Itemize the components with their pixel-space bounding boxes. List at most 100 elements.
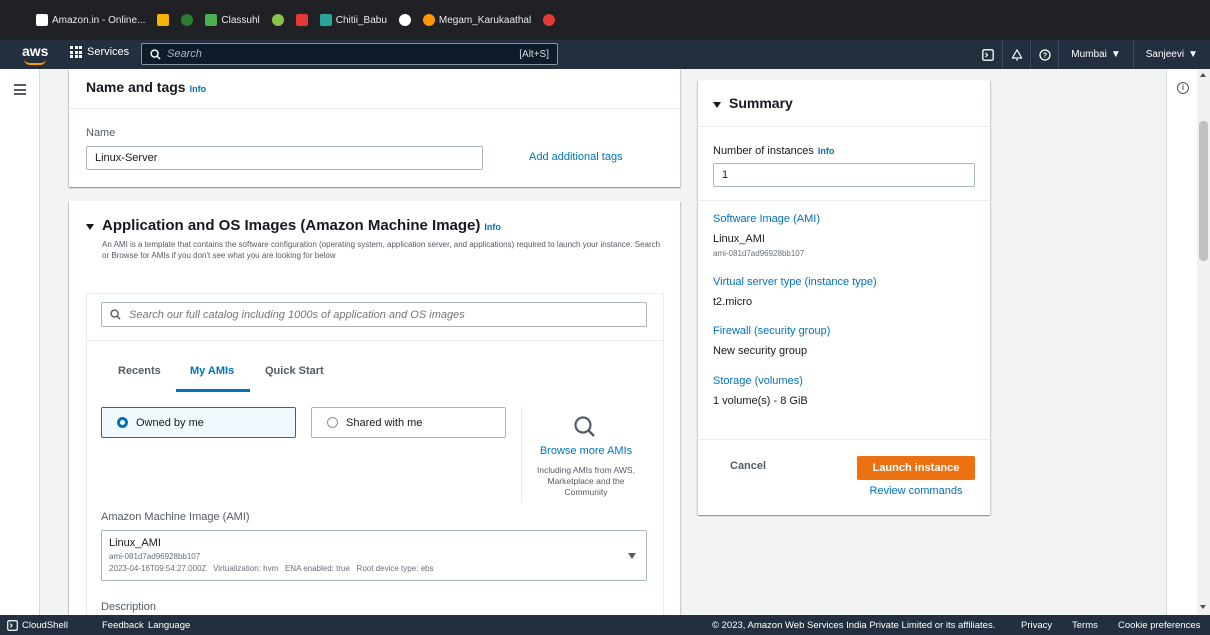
account-menu[interactable]: Sanjeevi ▼ <box>1132 40 1210 69</box>
bookmark-2[interactable] <box>157 14 170 26</box>
bookmark-icon <box>543 14 556 26</box>
radio-icon <box>327 417 338 428</box>
help-icon: ? <box>1039 48 1051 61</box>
review-commands-link[interactable]: Review commands <box>857 485 975 497</box>
footer: CloudShell Feedback Language © 2023, Ama… <box>0 615 1210 635</box>
bookmark-icon <box>422 14 435 26</box>
software-image-link[interactable]: Software Image (AMI) <box>713 213 820 225</box>
tab-quick-start[interactable]: Quick Start <box>265 365 324 377</box>
cookie-preferences-link[interactable]: Cookie preferences <box>1118 620 1200 631</box>
privacy-link[interactable]: Privacy <box>1021 620 1052 631</box>
tab-recents[interactable]: Recents <box>118 365 161 377</box>
ami-select[interactable]: Linux_AMI ami-081d7ad96928bb107 2023-04-… <box>101 530 647 581</box>
scrollbar[interactable] <box>1197 69 1210 615</box>
bookmark-icon <box>271 14 284 26</box>
caret-down-icon <box>713 101 721 108</box>
info-link[interactable]: Info <box>484 222 501 232</box>
instances-label: Number of instances Info <box>713 145 835 157</box>
grid-icon <box>70 46 82 58</box>
instances-input[interactable] <box>713 163 975 187</box>
scroll-up-icon[interactable] <box>1200 73 1206 77</box>
name-and-tags-panel: Name and tagsInfo Name Add additional ta… <box>69 69 680 187</box>
bookmark-6[interactable] <box>295 14 308 26</box>
menu-icon[interactable] <box>14 84 26 98</box>
browse-more-amis-link[interactable]: Browse more AMIs <box>533 445 639 457</box>
bookmark-10[interactable] <box>543 14 556 26</box>
divider <box>698 200 990 201</box>
bookmark-icon <box>319 14 332 26</box>
server-type-link[interactable]: Virtual server type (instance type) <box>713 276 877 288</box>
software-image-name: Linux_AMI <box>713 233 765 245</box>
classroom-icon <box>205 14 218 26</box>
bookmark-3[interactable] <box>181 14 194 26</box>
launch-instance-button[interactable]: Launch instance <box>857 456 975 480</box>
global-search[interactable]: [Alt+S] <box>141 43 558 65</box>
info-icon[interactable]: i <box>1177 82 1189 94</box>
cloudshell-link[interactable]: CloudShell <box>7 620 68 631</box>
ami-description: An AMI is a template that contains the s… <box>102 240 661 260</box>
name-tags-heading: Name and tags Info <box>86 79 207 95</box>
tab-my-amis[interactable]: My AMIs <box>190 365 234 377</box>
bookmark-megam[interactable]: Megam_Karukaathal <box>422 14 531 26</box>
bookmark-github[interactable] <box>398 14 411 26</box>
feedback-link[interactable]: Feedback <box>102 620 144 631</box>
info-link[interactable]: Info <box>818 146 835 156</box>
left-rail <box>0 69 40 615</box>
ami-select-name: Linux_AMI <box>109 537 161 549</box>
bell-icon <box>1011 48 1023 60</box>
bookmark-chitii[interactable]: Chitii_Babu <box>319 14 387 26</box>
svg-text:?: ? <box>1043 52 1047 59</box>
help-button[interactable]: ? <box>1030 40 1058 69</box>
amazon-icon <box>36 14 48 26</box>
bookmark-classuhl[interactable]: Classuhl <box>205 14 260 26</box>
ami-search-input[interactable] <box>129 308 638 321</box>
name-label: Name <box>86 127 116 139</box>
search-icon <box>150 48 161 60</box>
caret-down-icon: ▼ <box>1188 49 1198 60</box>
name-input[interactable] <box>86 146 483 170</box>
firewall-link[interactable]: Firewall (security group) <box>713 325 830 337</box>
add-additional-tags-link[interactable]: Add additional tags <box>529 151 623 163</box>
language-link[interactable]: Language <box>148 620 190 631</box>
shared-with-me-option[interactable]: Shared with me <box>311 407 506 438</box>
divider <box>87 340 663 341</box>
global-search-input[interactable] <box>167 48 520 60</box>
aws-top-nav: aws Services [Alt+S] ? Mumbai▼ Sanjeevi▼ <box>0 40 1210 69</box>
caret-down-icon <box>628 553 636 559</box>
caret-down-icon: ▼ <box>1110 49 1121 60</box>
divider <box>698 439 990 440</box>
bookmark-icon <box>157 14 170 26</box>
services-menu-button[interactable]: Services <box>70 46 129 58</box>
search-shortcut: [Alt+S] <box>519 48 549 60</box>
bookmark-amazon[interactable]: Amazon.in - Online... <box>36 14 145 26</box>
radio-selected-icon <box>117 417 128 428</box>
bookmark-icon <box>181 14 194 26</box>
aws-logo[interactable]: aws <box>22 44 52 66</box>
ami-select-id: ami-081d7ad96928bb107 <box>109 552 201 561</box>
info-link[interactable]: Info <box>190 84 207 94</box>
cloudshell-button[interactable] <box>974 40 1002 69</box>
active-tab-indicator <box>176 389 250 392</box>
notifications-button[interactable] <box>1002 40 1030 69</box>
search-icon <box>110 309 121 320</box>
bookmark-5[interactable] <box>271 14 284 26</box>
divider <box>698 126 990 127</box>
scroll-down-icon[interactable] <box>1200 605 1206 609</box>
ami-search-box[interactable] <box>101 302 647 327</box>
storage-link[interactable]: Storage (volumes) <box>713 375 803 387</box>
scrollbar-thumb[interactable] <box>1199 121 1208 261</box>
storage-value: 1 volume(s) - 8 GiB <box>713 395 808 407</box>
bookmark-icon <box>295 14 308 26</box>
cancel-button[interactable]: Cancel <box>730 460 766 472</box>
divider <box>69 108 680 109</box>
region-selector[interactable]: Mumbai ▼ <box>1058 40 1132 69</box>
software-image-id: ami-081d7ad96928bb107 <box>713 249 805 258</box>
ami-heading[interactable]: Application and OS Images (Amazon Machin… <box>86 217 501 234</box>
owned-by-me-option[interactable]: Owned by me <box>101 407 296 438</box>
search-icon <box>574 416 595 437</box>
terms-link[interactable]: Terms <box>1072 620 1098 631</box>
firewall-value: New security group <box>713 345 808 357</box>
aws-smile-icon <box>24 59 46 65</box>
github-icon <box>398 14 411 26</box>
summary-heading[interactable]: Summary <box>713 95 793 111</box>
